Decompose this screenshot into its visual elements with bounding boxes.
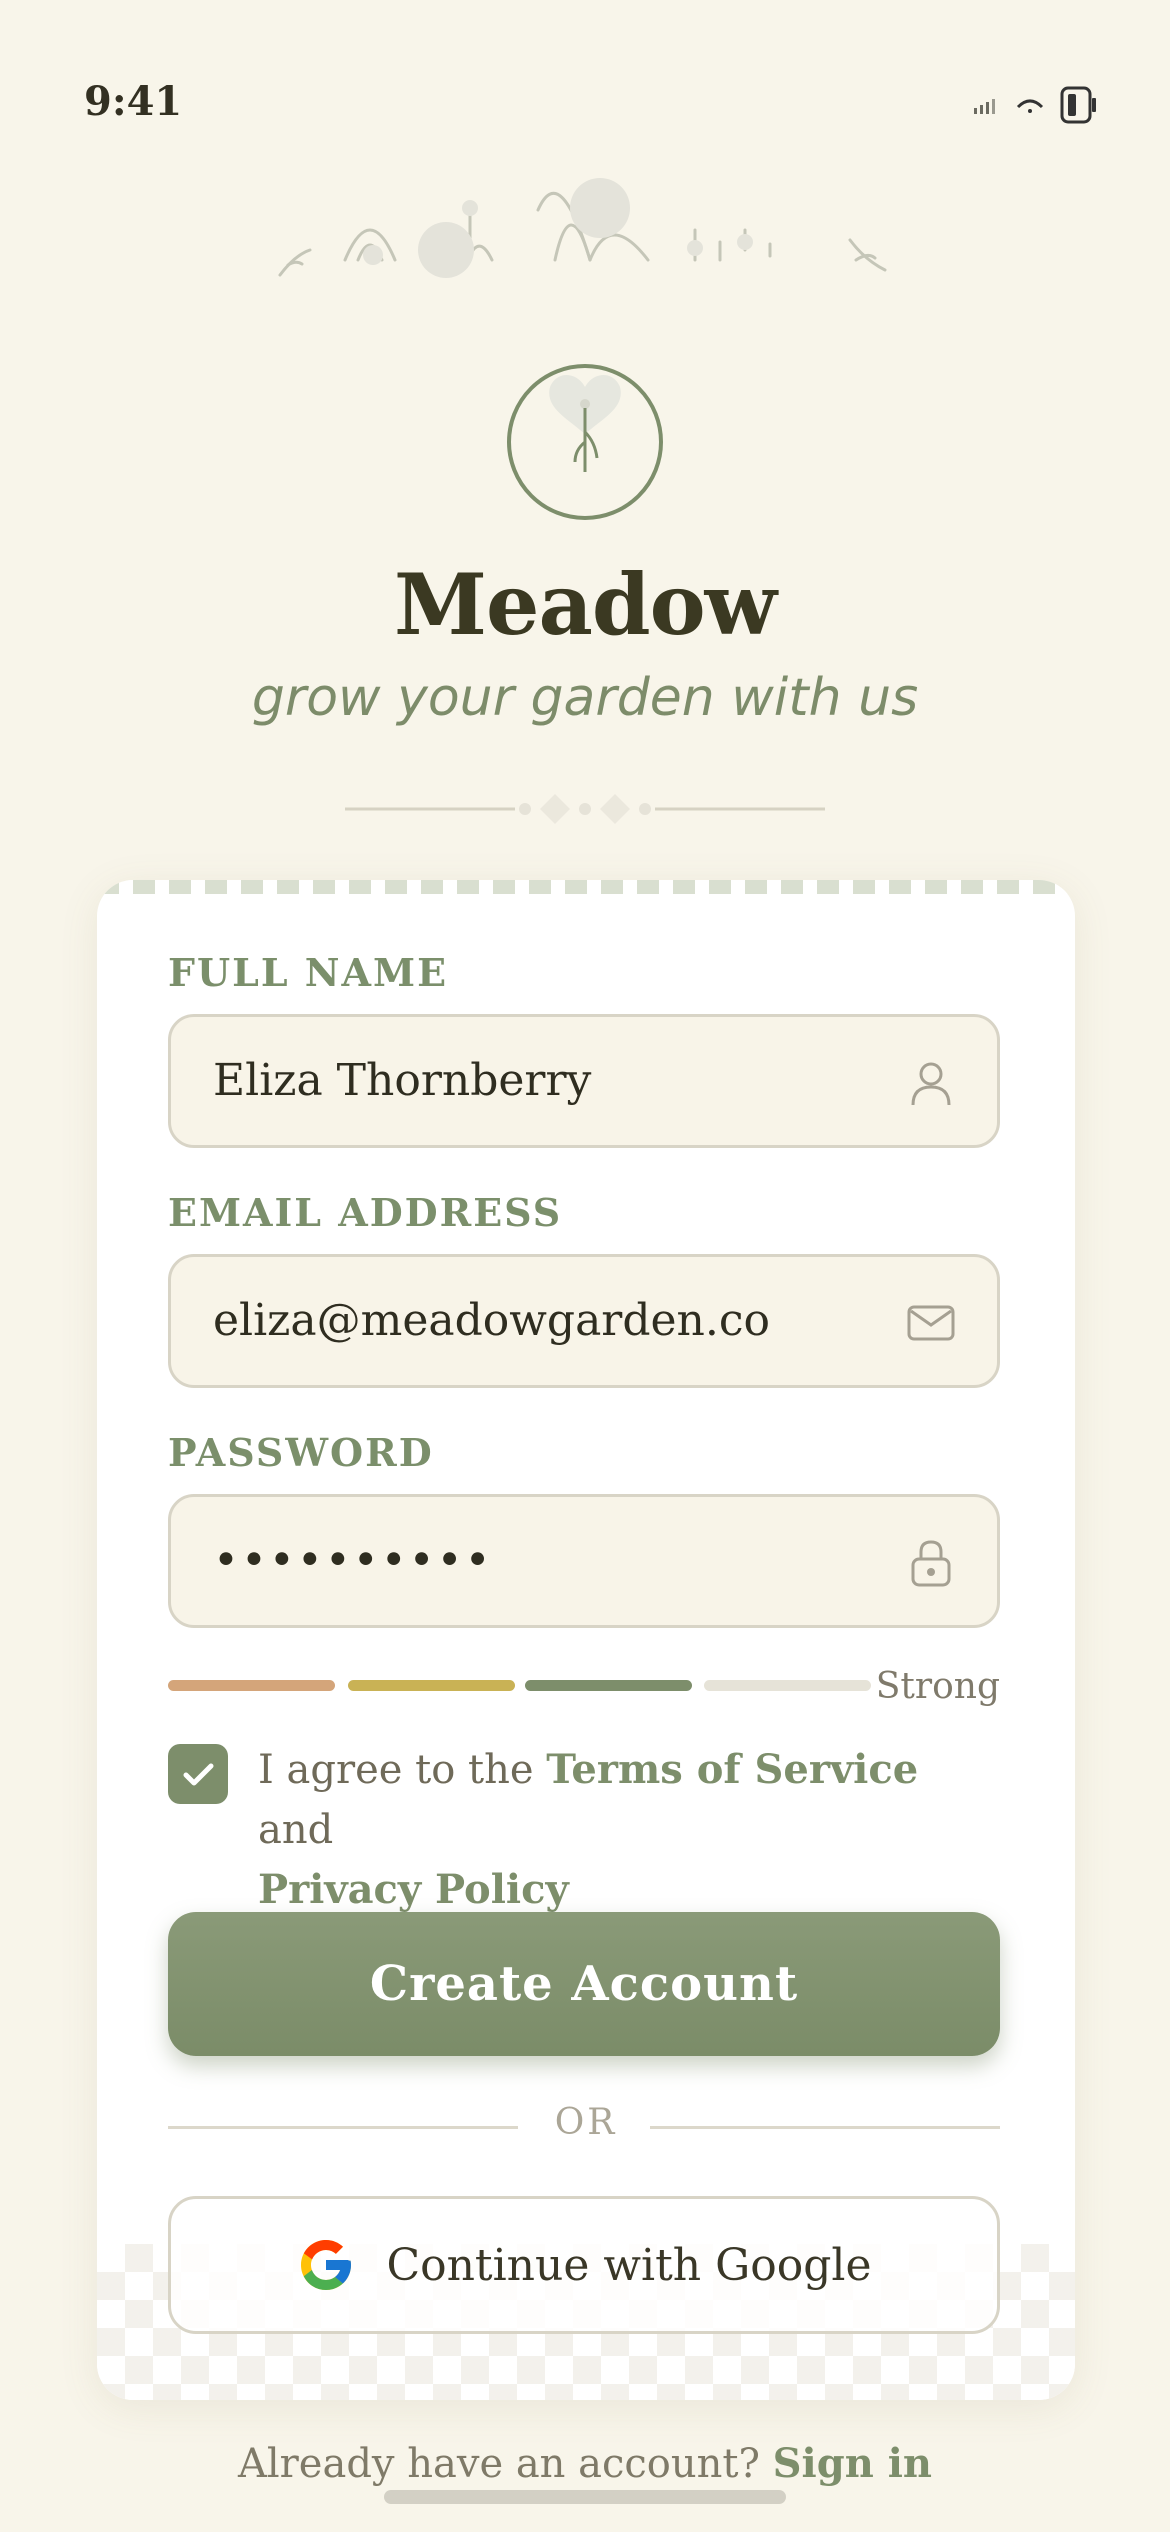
google-signin-button[interactable]: Continue with Google [168, 2196, 1000, 2334]
signal-icon [974, 99, 995, 114]
strength-segment [525, 1680, 692, 1691]
google-button-label: Continue with Google [386, 2239, 872, 2291]
garden-illustration [278, 178, 887, 278]
full-name-field[interactable]: Eliza Thornberry [168, 1014, 1000, 1148]
email-field[interactable]: eliza@meadowgarden.co [168, 1254, 1000, 1388]
lock-icon [911, 1540, 951, 1587]
app-tagline: grow your garden with us [251, 668, 919, 728]
terms-of-service-link[interactable]: Terms of Service [546, 1746, 918, 1793]
strength-label: Strong [875, 1666, 1000, 1707]
terms-text: I agree to the Terms of Service and Priva… [258, 1740, 978, 1920]
email-label: EMAIL ADDRESS [168, 1190, 563, 1235]
password-label: PASSWORD [168, 1430, 434, 1475]
terms-middle: and [258, 1807, 334, 1853]
password-field[interactable]: •••••••••• [168, 1494, 1000, 1628]
strength-segment [704, 1680, 871, 1691]
person-icon [911, 1062, 951, 1106]
google-icon [301, 2240, 352, 2290]
signin-prompt: Already have an account? Sign in [0, 2440, 1170, 2487]
or-divider-text: OR [554, 2102, 618, 2143]
status-icons [974, 86, 1098, 124]
create-account-button[interactable]: Create Account [168, 1912, 1000, 2056]
password-strength-meter: Strong [168, 1666, 1000, 1707]
email-value: eliza@meadowgarden.co [213, 1295, 771, 1346]
strength-segment [348, 1680, 515, 1691]
app-title: Meadow [394, 555, 777, 654]
app-logo [507, 364, 663, 520]
battery-icon [1060, 86, 1096, 124]
ornament-divider [345, 794, 825, 824]
wifi-icon [1016, 99, 1044, 113]
check-icon [183, 1763, 214, 1786]
password-value: •••••••••• [213, 1535, 493, 1586]
card-top-border [97, 880, 1075, 894]
signin-prompt-text: Already have an account? [238, 2441, 773, 2487]
or-divider-right [650, 2126, 1000, 2129]
full-name-label: FULL NAME [168, 950, 449, 995]
status-time: 9:41 [84, 78, 183, 125]
sign-in-link[interactable]: Sign in [773, 2440, 932, 2487]
terms-checkbox[interactable] [168, 1744, 228, 1804]
home-indicator [384, 2490, 786, 2504]
strength-segment [168, 1680, 335, 1691]
terms-prefix: I agree to the [258, 1747, 547, 1793]
signup-card: FULL NAME Eliza Thornberry EMAIL ADDRESS… [97, 880, 1075, 2400]
full-name-value: Eliza Thornberry [213, 1055, 592, 1106]
mail-icon [907, 1305, 955, 1341]
privacy-policy-link[interactable]: Privacy Policy [258, 1866, 569, 1913]
